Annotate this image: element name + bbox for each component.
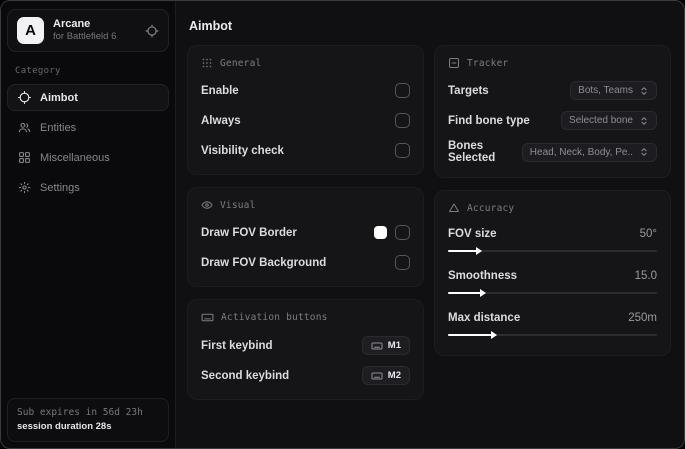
gear-icon [17, 181, 31, 194]
setting-row-find-bone-type: Find bone type Selected bone [448, 110, 657, 131]
keyboard-icon [201, 311, 214, 324]
sidebar-item-label: Settings [40, 181, 80, 194]
chevrons-up-down-icon [639, 116, 649, 126]
setting-label: Targets [448, 84, 489, 97]
setting-label: Enable [201, 84, 239, 97]
select-value: Head, Neck, Body, Pe.. [529, 146, 633, 158]
users-icon [17, 121, 31, 134]
select-value: Bots, Teams [578, 85, 633, 96]
slider-thumb[interactable] [448, 247, 483, 255]
sidebar-item-settings[interactable]: Settings [7, 174, 169, 201]
chevrons-up-down-icon [639, 86, 649, 96]
keyboard-icon [371, 340, 383, 352]
triangle-icon [448, 202, 460, 214]
page-title: Aimbot [189, 19, 233, 33]
draw-fov-border-checkbox[interactable] [395, 225, 410, 240]
target-icon[interactable] [145, 24, 159, 38]
sidebar-item-entities[interactable]: Entities [7, 114, 169, 141]
setting-label: Draw FOV Border [201, 226, 297, 239]
panel-title: General [220, 57, 262, 69]
setting-label: FOV size [448, 228, 497, 240]
fov-size-value: 50° [639, 228, 657, 240]
panel-title: Tracker [467, 57, 509, 69]
setting-row-fov-size: FOV size 50° [448, 225, 657, 257]
bones-selected-select[interactable]: Head, Neck, Body, Pe.. [521, 142, 657, 162]
setting-row-enable: Enable [201, 80, 410, 101]
chevrons-up-down-icon [639, 147, 649, 157]
max-distance-value: 250m [628, 312, 657, 324]
setting-row-first-keybind: First keybind M1 [201, 335, 410, 356]
sidebar: A Arcane for Battlefield 6 Category Aimb… [1, 1, 176, 448]
find-bone-type-select[interactable]: Selected bone [561, 111, 657, 130]
sidebar-item-label: Aimbot [40, 91, 78, 104]
select-value: Selected bone [569, 115, 633, 126]
setting-label: Draw FOV Background [201, 256, 327, 269]
panel-title: Accuracy [467, 202, 515, 214]
visibility-check-checkbox[interactable] [395, 143, 410, 158]
setting-row-bones-selected: Bones Selected Head, Neck, Body, Pe.. [448, 140, 657, 164]
dots-grid-icon [201, 57, 213, 69]
fov-border-color-swatch[interactable] [374, 226, 387, 239]
subscription-info-box: Sub expires in 56d 23h session duration … [7, 398, 169, 442]
app-logo: A [17, 17, 44, 44]
setting-label: Visibility check [201, 144, 284, 157]
keybind-value: M1 [387, 340, 401, 351]
crosshair-icon [17, 91, 31, 104]
setting-row-draw-fov-border: Draw FOV Border [201, 222, 410, 243]
enable-checkbox[interactable] [395, 83, 410, 98]
setting-row-smoothness: Smoothness 15.0 [448, 267, 657, 299]
session-duration-text: session duration 28s [17, 421, 112, 432]
scan-box-icon [448, 57, 460, 69]
sidebar-nav: Aimbot Entities Miscellaneous Settings [7, 84, 169, 201]
smoothness-value: 15.0 [634, 270, 657, 282]
main-content: Aimbot General Enable Always Visibility … [176, 1, 684, 448]
smoothness-slider[interactable] [448, 287, 657, 299]
arcane-window: A Arcane for Battlefield 6 Category Aimb… [0, 0, 685, 449]
logo-card: A Arcane for Battlefield 6 [7, 9, 169, 52]
setting-label: Find bone type [448, 114, 530, 127]
app-subtitle: for Battlefield 6 [53, 31, 117, 42]
panel-title: Visual [220, 199, 256, 211]
panel-visual: Visual Draw FOV Border Draw FOV Backgrou… [187, 187, 424, 287]
setting-row-targets: Targets Bots, Teams [448, 80, 657, 101]
setting-row-max-distance: Max distance 250m [448, 309, 657, 341]
always-checkbox[interactable] [395, 113, 410, 128]
panel-activation-buttons: Activation buttons First keybind M1 Seco… [187, 299, 424, 400]
panel-title: Activation buttons [221, 312, 328, 323]
category-label: Category [15, 66, 61, 76]
setting-label: Always [201, 114, 241, 127]
panel-accuracy: Accuracy FOV size 50° Smoothness 15.0 Ma… [434, 190, 671, 356]
sidebar-item-miscellaneous[interactable]: Miscellaneous [7, 144, 169, 171]
app-title: Arcane [53, 18, 91, 30]
setting-label: Bones Selected [448, 140, 496, 164]
panel-general: General Enable Always Visibility check [187, 45, 424, 175]
slider-thumb[interactable] [448, 331, 497, 339]
grid-icon [17, 151, 31, 164]
setting-row-visibility-check: Visibility check [201, 140, 410, 161]
draw-fov-background-checkbox[interactable] [395, 255, 410, 270]
max-distance-slider[interactable] [448, 329, 657, 341]
setting-label: First keybind [201, 339, 273, 352]
panel-tracker: Tracker Targets Bots, Teams Find bone ty… [434, 45, 671, 178]
setting-row-second-keybind: Second keybind M2 [201, 365, 410, 386]
slider-thumb[interactable] [448, 289, 487, 297]
setting-label: Max distance [448, 312, 521, 324]
keyboard-icon [371, 370, 383, 382]
sub-expires-text: Sub expires in 56d 23h [17, 407, 143, 418]
targets-select[interactable]: Bots, Teams [570, 81, 657, 100]
setting-label: Second keybind [201, 369, 290, 382]
fov-size-slider[interactable] [448, 245, 657, 257]
sidebar-item-label: Miscellaneous [40, 151, 110, 164]
sidebar-item-aimbot[interactable]: Aimbot [7, 84, 169, 111]
first-keybind-button[interactable]: M1 [361, 336, 410, 355]
eye-icon [201, 199, 213, 211]
setting-row-draw-fov-background: Draw FOV Background [201, 252, 410, 273]
keybind-value: M2 [387, 370, 401, 381]
setting-label: Smoothness [448, 270, 518, 282]
second-keybind-button[interactable]: M2 [361, 366, 410, 385]
setting-row-always: Always [201, 110, 410, 131]
sidebar-item-label: Entities [40, 121, 77, 134]
